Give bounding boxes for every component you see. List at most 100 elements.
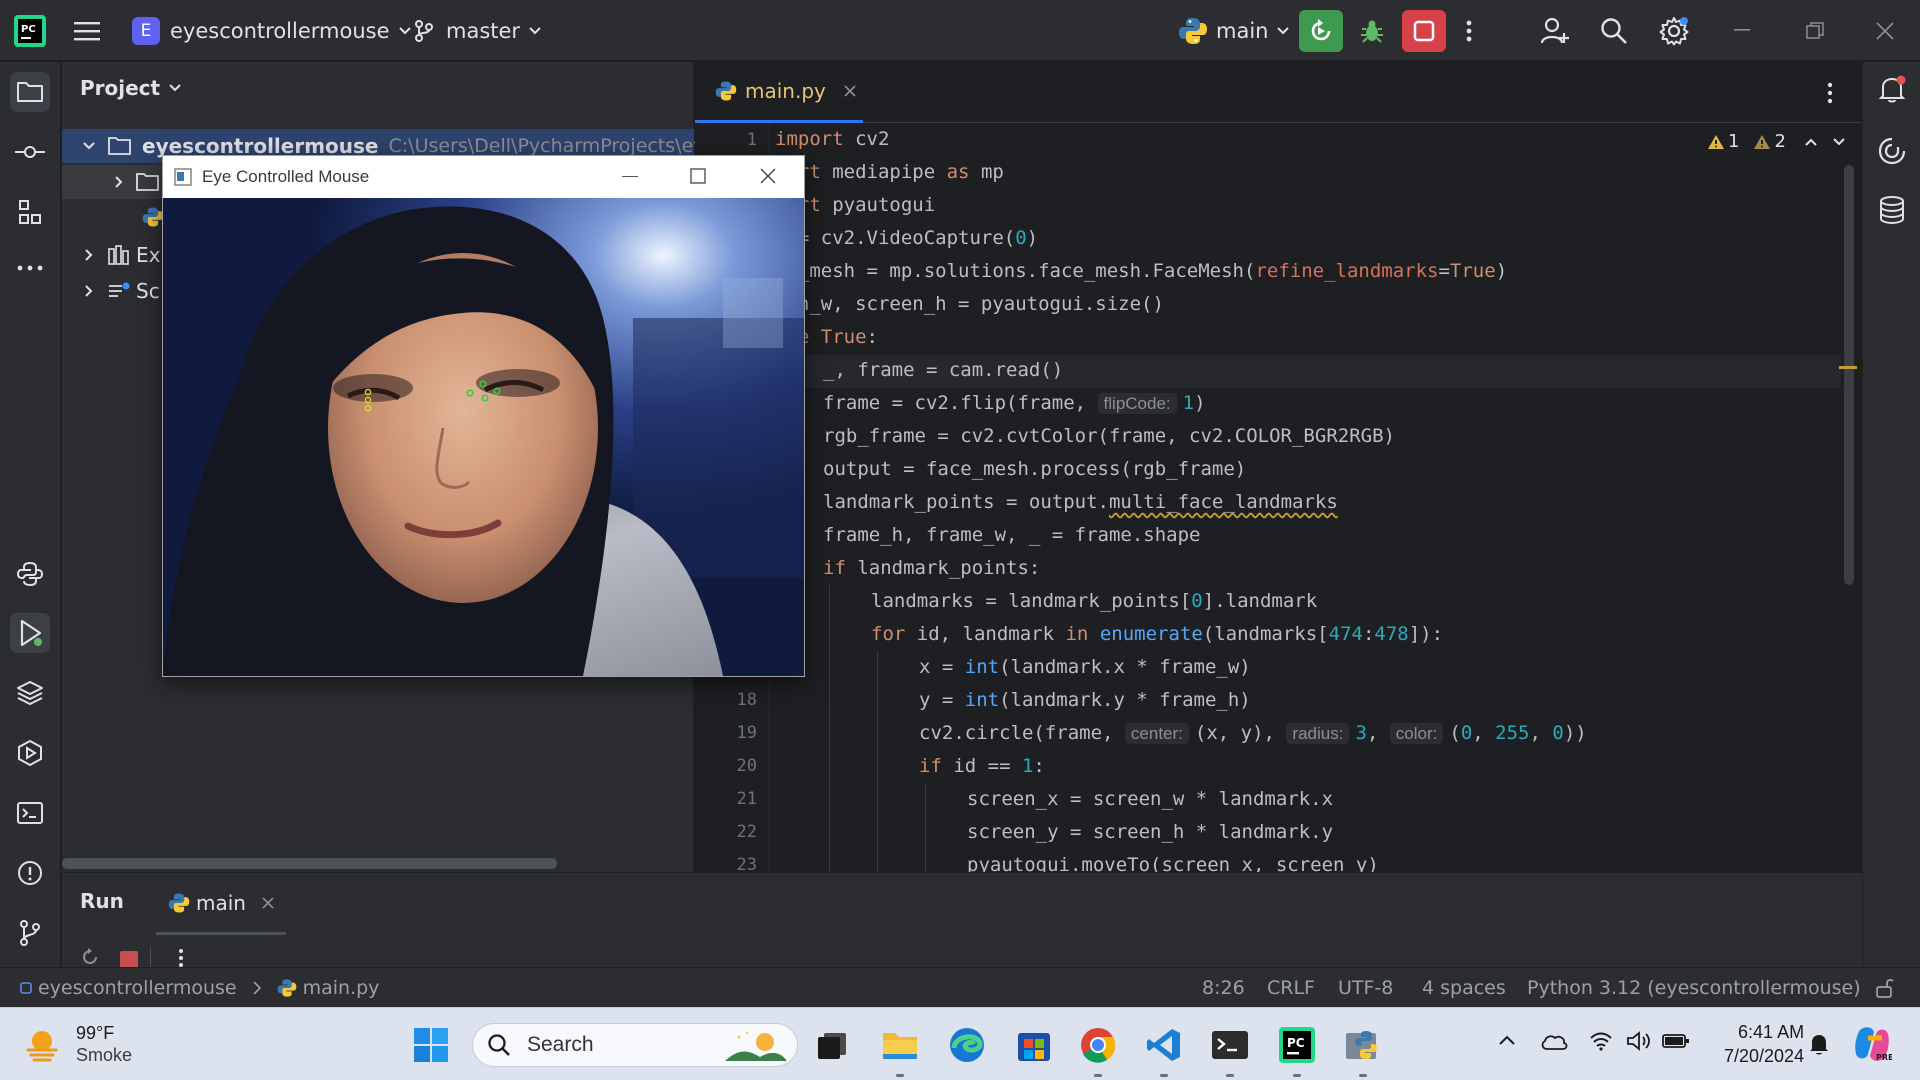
database-icon[interactable] xyxy=(1878,195,1906,225)
run-tool-icon[interactable] xyxy=(10,613,50,653)
start-button[interactable] xyxy=(405,1019,457,1071)
inspection-widget[interactable]: 1 2 xyxy=(1707,131,1846,152)
cursor-position[interactable]: 8:26 xyxy=(1202,968,1245,1008)
run-panel-title: Run xyxy=(80,889,124,913)
bug-icon xyxy=(1361,20,1383,43)
branch-switcher[interactable]: master xyxy=(414,0,542,61)
tree-row-file[interactable] xyxy=(62,200,164,234)
search-icon[interactable] xyxy=(1600,0,1628,61)
terminal-icon[interactable] xyxy=(10,793,50,833)
add-user-icon[interactable] xyxy=(1540,0,1570,61)
tree-label-external: Ex xyxy=(136,243,161,267)
vscode-app[interactable] xyxy=(1138,1019,1190,1077)
settings-gear-icon[interactable] xyxy=(1659,0,1689,61)
chevron-down-icon[interactable] xyxy=(1832,137,1846,147)
code-line-20: if id == 1: xyxy=(919,755,1045,777)
vertical-scrollbar[interactable] xyxy=(1844,165,1854,585)
wifi-icon[interactable] xyxy=(1589,1031,1613,1051)
run-tab-main[interactable]: main xyxy=(156,873,286,935)
code-line-13: frame_h, frame_w, _ = frame.shape xyxy=(823,524,1201,546)
pycharm-logo-icon[interactable]: PC xyxy=(14,0,46,61)
close-tab-icon[interactable] xyxy=(262,896,274,909)
microsoft-store-app[interactable] xyxy=(1008,1019,1060,1071)
taskbar-search[interactable]: Search xyxy=(472,1023,798,1067)
maximize-icon[interactable] xyxy=(690,168,706,184)
code-line-16: for id, landmark in enumerate(landmarks[… xyxy=(871,623,1444,645)
task-view-button[interactable] xyxy=(806,1019,858,1071)
chrome-browser-app[interactable] xyxy=(1072,1019,1124,1077)
ai-assistant-icon[interactable] xyxy=(1877,136,1907,166)
read-only-lock-icon[interactable] xyxy=(1874,968,1896,1008)
run-config-name: main xyxy=(1216,18,1269,43)
chevron-right-icon xyxy=(84,248,94,262)
rerun-icon[interactable] xyxy=(80,947,100,967)
close-button[interactable] xyxy=(1876,0,1894,61)
tree-row-scratches[interactable]: Sc xyxy=(62,274,160,308)
project-folder-icon[interactable] xyxy=(10,72,50,112)
indent-setting[interactable]: 4 spaces xyxy=(1422,968,1506,1008)
terminal-app[interactable] xyxy=(1204,1019,1256,1077)
chevron-up-icon[interactable] xyxy=(1498,1034,1516,1046)
tree-label-scratches: Sc xyxy=(136,279,160,303)
rerun-button[interactable] xyxy=(1299,10,1343,52)
close-icon[interactable] xyxy=(760,168,776,184)
problems-icon[interactable] xyxy=(10,853,50,893)
tree-row-external-libraries[interactable]: Ex xyxy=(62,238,160,272)
editor-more-icon[interactable] xyxy=(1827,82,1833,104)
python-app[interactable] xyxy=(1337,1019,1389,1077)
services-icon[interactable] xyxy=(10,733,50,773)
layers-icon[interactable] xyxy=(10,673,50,713)
camera-window-titlebar[interactable]: Eye Controlled Mouse xyxy=(163,156,804,198)
clock[interactable]: 6:41 AM 7/20/2024 xyxy=(1724,1020,1804,1068)
more-actions-icon[interactable] xyxy=(178,948,184,968)
pycharm-app[interactable]: PC xyxy=(1271,1019,1323,1077)
stop-icon[interactable] xyxy=(120,951,138,968)
chevron-down-icon xyxy=(82,141,96,151)
project-switcher[interactable]: E eyescontrollermouse xyxy=(132,0,412,61)
code-editor[interactable]: 1 18 19 20 21 22 23 import cv2 port medi… xyxy=(695,123,1862,872)
chevron-up-icon[interactable] xyxy=(1804,137,1818,147)
notifications-icon[interactable] xyxy=(1877,74,1907,104)
chevron-right-icon xyxy=(114,175,124,189)
minimize-button[interactable] xyxy=(1734,0,1750,61)
notification-bell-icon[interactable] xyxy=(1808,1032,1830,1056)
commit-icon[interactable] xyxy=(10,132,50,172)
project-pane-header[interactable]: Project xyxy=(80,76,181,100)
search-icon xyxy=(487,1033,511,1057)
code-line-18: y = int(landmark.y * frame_h) xyxy=(919,689,1251,711)
copilot-icon[interactable]: PRE xyxy=(1852,1024,1892,1064)
python-console-icon[interactable] xyxy=(10,554,50,594)
restore-button[interactable] xyxy=(1806,0,1824,61)
python-file-icon xyxy=(142,206,164,228)
more-actions-icon[interactable] xyxy=(1465,0,1473,61)
volume-icon[interactable] xyxy=(1626,1030,1652,1052)
tab-main-py[interactable]: main.py xyxy=(695,62,863,123)
version-control-icon[interactable] xyxy=(10,913,50,953)
close-tab-icon[interactable] xyxy=(844,85,856,97)
python-interpreter[interactable]: Python 3.12 (eyescontrollermouse) xyxy=(1527,968,1861,1008)
warning-marker[interactable] xyxy=(1839,366,1857,369)
onedrive-icon[interactable] xyxy=(1540,1031,1568,1051)
horizontal-scrollbar[interactable] xyxy=(62,858,557,869)
edge-browser-app[interactable] xyxy=(941,1019,993,1071)
weather-widget[interactable]: 99°F Smoke xyxy=(22,1022,132,1066)
main-menu-icon[interactable] xyxy=(74,0,102,61)
search-placeholder: Search xyxy=(527,1033,594,1056)
run-panel: Run main xyxy=(62,872,1862,968)
stop-button[interactable] xyxy=(1402,10,1446,52)
battery-icon[interactable] xyxy=(1662,1032,1690,1050)
file-explorer-app[interactable] xyxy=(874,1019,926,1077)
run-config-selector[interactable]: main xyxy=(1178,0,1290,61)
minimize-icon[interactable] xyxy=(622,176,638,177)
breadcrumb-project[interactable]: eyescontrollermouse xyxy=(38,977,237,999)
code-line-9: frame = cv2.flip(frame, flipCode: 1) xyxy=(823,392,1206,414)
weak-warning-count: 2 xyxy=(1774,131,1786,152)
structure-icon[interactable] xyxy=(10,192,50,232)
breadcrumb-file[interactable]: main.py xyxy=(303,977,380,999)
file-encoding[interactable]: UTF-8 xyxy=(1338,968,1393,1008)
debug-button[interactable] xyxy=(1350,10,1394,52)
weak-warning-icon xyxy=(1753,134,1771,150)
camera-window[interactable]: Eye Controlled Mouse xyxy=(162,155,805,677)
line-separator[interactable]: CRLF xyxy=(1267,968,1315,1008)
more-tools-icon[interactable] xyxy=(10,248,50,288)
